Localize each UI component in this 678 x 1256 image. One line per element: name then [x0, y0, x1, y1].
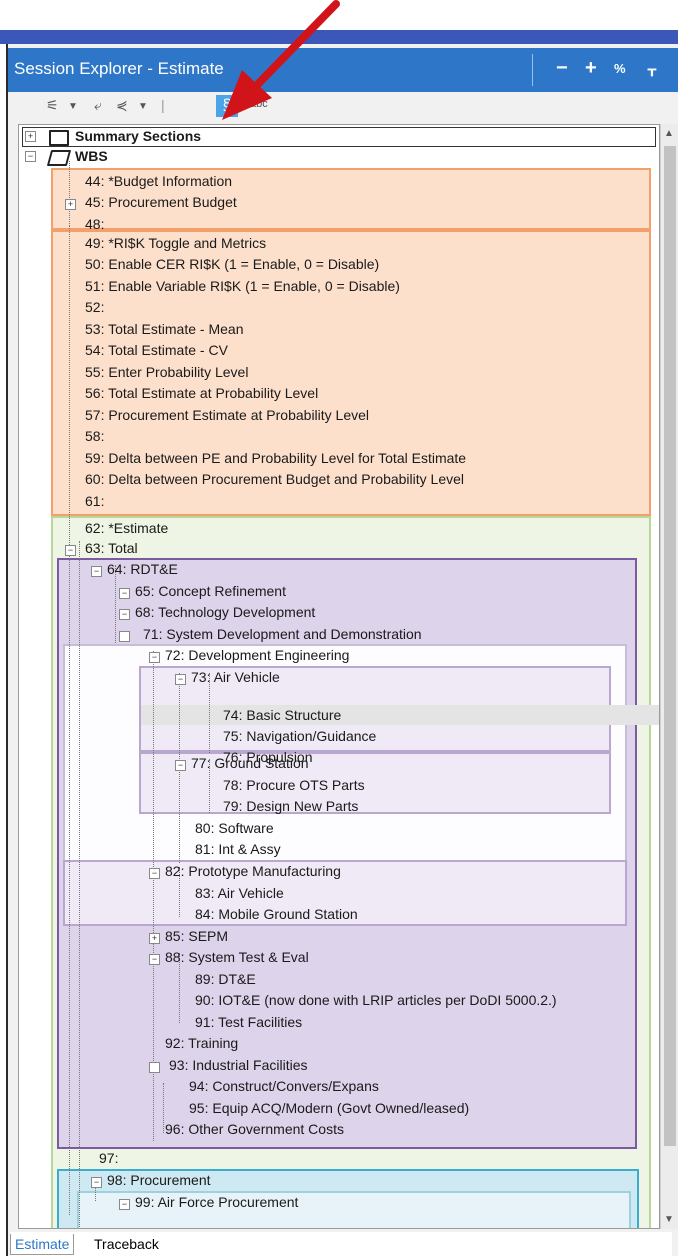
tree-item-50[interactable]: 50: Enable CER RI$K (1 = Enable, 0 = Dis…: [85, 256, 379, 272]
tree-item-44[interactable]: 44: *Budget Information: [85, 173, 232, 189]
item-64-expander[interactable]: −: [91, 566, 102, 577]
tree-item-79[interactable]: 79: Design New Parts: [223, 798, 358, 814]
item-77-expander[interactable]: −: [175, 760, 186, 771]
scroll-down-icon[interactable]: ▼: [664, 1214, 674, 1225]
selected-row-highlight: [141, 705, 659, 725]
tree-item-83[interactable]: 83: Air Vehicle: [195, 885, 284, 901]
tree-item-96[interactable]: 96: Other Government Costs: [165, 1121, 344, 1137]
tree-item-73[interactable]: 73: Air Vehicle: [191, 669, 280, 685]
vertical-scrollbar[interactable]: ▲ ▼: [660, 124, 678, 1229]
tree-item-57[interactable]: 57: Procurement Estimate at Probability …: [85, 407, 369, 423]
tree-item-48[interactable]: 48:: [85, 216, 104, 232]
wbs-tree: + Summary Sections − WBS 44: *Budget Inf…: [18, 124, 660, 1229]
bottom-tabs: Estimate Traceback: [10, 1232, 672, 1256]
tree-item-88[interactable]: 88: System Test & Eval: [165, 949, 309, 965]
tree-item-91[interactable]: 91: Test Facilities: [195, 1014, 302, 1030]
tree-item-80[interactable]: 80: Software: [195, 820, 274, 836]
tree-item-51[interactable]: 51: Enable Variable RI$K (1 = Enable, 0 …: [85, 278, 400, 294]
tree-item-89[interactable]: 89: DT&E: [195, 971, 256, 987]
tree-item-61[interactable]: 61:: [85, 493, 104, 509]
tree-connector: [209, 673, 210, 753]
tree-connector: [163, 1083, 164, 1133]
tree-item-72[interactable]: 72: Development Engineering: [165, 647, 349, 663]
item-99-expander[interactable]: −: [119, 1199, 130, 1210]
item-65-expander[interactable]: −: [119, 588, 130, 599]
tree-item-93[interactable]: 93: Industrial Facilities: [169, 1057, 308, 1073]
tree-item-52[interactable]: 52:: [85, 299, 104, 315]
tree-item-94[interactable]: 94: Construct/Convers/Expans: [189, 1078, 379, 1094]
tree-item-99[interactable]: 99: Air Force Procurement: [135, 1194, 298, 1210]
tree-item-68[interactable]: 68: Technology Development: [135, 604, 315, 620]
item-98-expander[interactable]: −: [91, 1177, 102, 1188]
wbs-expander[interactable]: −: [25, 151, 36, 162]
tree-item-59[interactable]: 59: Delta between PE and Probability Lev…: [85, 450, 466, 466]
item-82-expander[interactable]: −: [149, 868, 160, 879]
tree-item-53[interactable]: 53: Total Estimate - Mean: [85, 321, 243, 337]
tree-item-92[interactable]: 92: Training: [165, 1035, 238, 1051]
open-folder-icon: [46, 150, 72, 166]
tree-item-56[interactable]: 56: Total Estimate at Probability Level: [85, 385, 318, 401]
tree-item-49[interactable]: 49: *RI$K Toggle and Metrics: [85, 235, 266, 251]
tree-connector: [69, 161, 70, 224]
session-explorer-window: Session Explorer - Estimate − + % ᚁ ⚟ ▼ …: [6, 44, 678, 1256]
item-85-expander[interactable]: +: [149, 933, 160, 944]
tree-item-82[interactable]: 82: Prototype Manufacturing: [165, 863, 341, 879]
item-45-expander[interactable]: +: [65, 199, 76, 210]
item-93-expander[interactable]: [149, 1062, 160, 1073]
item-88-expander[interactable]: −: [149, 954, 160, 965]
tree-item-84[interactable]: 84: Mobile Ground Station: [195, 906, 358, 922]
tree-item-63[interactable]: 63: Total: [85, 540, 138, 556]
annotation-arrow-icon: [222, 0, 340, 120]
tree-item-54[interactable]: 54: Total Estimate - CV: [85, 342, 228, 358]
tree-item-75[interactable]: 75: Navigation/Guidance: [223, 728, 376, 744]
item-72-expander[interactable]: −: [149, 652, 160, 663]
tree-item-77[interactable]: 77: Ground Station: [191, 755, 309, 771]
tree-item-62[interactable]: 62: *Estimate: [85, 520, 168, 536]
item-63-expander[interactable]: −: [65, 545, 76, 556]
tree-item-45[interactable]: 45: Procurement Budget: [85, 194, 237, 210]
tree-item-64[interactable]: 64: RDT&E: [107, 561, 178, 577]
tree-item-97[interactable]: 97:: [99, 1150, 118, 1166]
tree-item-98[interactable]: 98: Procurement: [107, 1172, 211, 1188]
tree-item-58[interactable]: 58:: [85, 428, 104, 444]
item-71-expander[interactable]: [119, 631, 130, 642]
item-73-expander[interactable]: −: [175, 674, 186, 685]
tree-connector: [79, 541, 80, 1228]
wbs-label: WBS: [75, 148, 108, 164]
tree-item-90[interactable]: 90: IOT&E (now done with LRIP articles p…: [195, 992, 557, 1008]
tree-item-81[interactable]: 81: Int & Assy: [195, 841, 281, 857]
tree-item-55[interactable]: 55: Enter Probability Level: [85, 364, 248, 380]
scrollbar-thumb[interactable]: [664, 146, 676, 1146]
tree-item-85[interactable]: 85: SEPM: [165, 928, 228, 944]
tab-traceback[interactable]: Traceback: [90, 1234, 163, 1254]
tree-item-65[interactable]: 65: Concept Refinement: [135, 583, 286, 599]
item-68-expander[interactable]: −: [119, 609, 130, 620]
tree-item-60[interactable]: 60: Delta between Procurement Budget and…: [85, 471, 464, 487]
tab-estimate[interactable]: Estimate: [10, 1234, 75, 1255]
tree-item-74[interactable]: 74: Basic Structure: [223, 707, 341, 723]
tree-item-78[interactable]: 78: Procure OTS Parts: [223, 777, 365, 793]
tree-item-71[interactable]: 71: System Development and Demonstration: [143, 626, 422, 642]
tree-item-95[interactable]: 95: Equip ACQ/Modern (Govt Owned/leased): [189, 1100, 469, 1116]
tree-connector: [69, 225, 70, 1215]
